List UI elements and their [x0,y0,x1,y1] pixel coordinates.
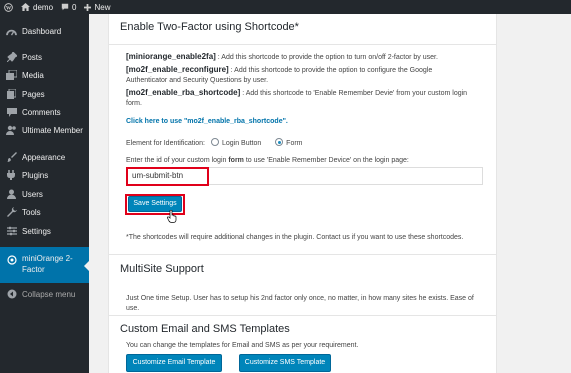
identification-row: Element for Identification: Login Button… [126,138,303,149]
comment-icon [5,106,18,119]
shortcode-item: [mo2f_enable_reconfigure] : Add this sho… [126,65,432,86]
user-icon [5,188,18,201]
form-radio[interactable] [275,138,284,146]
dashboard-icon [5,25,18,38]
comments-menu[interactable]: 0 [57,0,80,14]
shield-icon [5,253,18,266]
sidebar-item-label: miniOrange 2- Factor [22,254,73,274]
templates-heading: Custom Email and SMS Templates [120,323,290,335]
site-name: demo [33,2,54,12]
users-icon [5,124,18,137]
media-icon [5,69,18,82]
site-name-menu[interactable]: demo [17,0,57,14]
shortcode-code: [mo2f_enable_reconfigure] [126,65,229,74]
input-highlight-box [126,167,209,186]
form-label[interactable]: Form [286,140,302,147]
hand-cursor-icon [167,210,177,223]
home-icon [21,3,30,11]
settings-panel: Enable Two-Factor using Shortcode* [mini… [108,14,497,373]
shortcode-item: [mo2f_enable_rba_shortcode] : Add this s… [126,88,467,109]
sidebar-item-users[interactable]: Users [0,185,89,203]
shortcode-desc-cont: form. [126,100,142,107]
pin-icon [5,51,18,64]
plus-icon [84,3,92,11]
shortcode-note: *The shortcodes will require additional … [126,234,464,241]
sidebar-item-plugins[interactable]: Plugins [0,166,89,184]
divider [109,254,496,255]
page-icon [5,88,18,101]
login-button-label[interactable]: Login Button [222,140,261,147]
sidebar-item-posts[interactable]: Posts [0,48,89,66]
settings-icon [5,225,18,238]
multisite-text: Just One time Setup. User has to setup h… [126,295,474,312]
shortcode-code: [mo2f_enable_rba_shortcode] [126,88,241,97]
new-label: New [94,2,111,12]
id-prompt: Enter the id of your custom login form t… [126,157,409,164]
admin-bar: W demo 0 New [0,0,571,14]
comment-count: 0 [72,2,77,12]
sidebar-item-ultimate-member[interactable]: Ultimate Member [0,121,89,139]
new-content-menu[interactable]: New [80,0,114,14]
shortcode-desc-cont: Authenticator and Security Questions by … [126,77,269,84]
login-button-radio[interactable] [210,138,219,146]
customize-sms-template-button[interactable]: Customize SMS Template [239,354,331,372]
shortcode-desc: : Add this shortcode to provide the opti… [230,67,433,74]
sidebar-item-tools[interactable]: Tools [0,203,89,221]
brush-icon [5,151,18,164]
shortcode-code: [miniorange_enable2fa] [126,52,216,61]
customize-email-template-button[interactable]: Customize Email Template [126,354,222,372]
collapse-menu-button[interactable]: Collapse menu [0,285,89,303]
wrench-icon [5,206,18,219]
plugin-icon [5,169,18,182]
sidebar-item-settings[interactable]: Settings [0,222,89,240]
shortcode-desc: : Add this shortcode to provide the opti… [217,54,438,61]
divider [109,315,496,316]
identification-label: Element for Identification: [126,140,205,147]
wordpress-icon: W [4,2,13,12]
use-shortcode-link[interactable]: Click here to use "mo2f_enable_rba_short… [126,118,288,125]
sidebar-item-dashboard[interactable]: Dashboard [0,22,89,40]
comment-icon [61,3,69,11]
collapse-icon [5,288,18,301]
shortcode-desc: : Add this shortcode to 'Enable Remember… [242,90,468,97]
sidebar-item-pages[interactable]: Pages [0,85,89,103]
multisite-heading: MultiSite Support [120,263,204,275]
sidebar-item-miniorange-2-factor[interactable]: miniOrange 2- Factor [0,247,89,283]
sidebar-item-appearance[interactable]: Appearance [0,148,89,166]
admin-sidebar: Dashboard Posts Media Pages Comments Ult… [0,14,89,373]
shortcode-heading: Enable Two-Factor using Shortcode* [120,21,299,33]
sidebar-item-comments[interactable]: Comments [0,103,89,121]
svg-text:W: W [6,5,12,11]
templates-text: You can change the templates for Email a… [126,342,359,349]
sidebar-item-media[interactable]: Media [0,66,89,84]
divider [109,44,496,45]
wp-logo-menu[interactable]: W [0,0,17,14]
shortcode-item: [miniorange_enable2fa] : Add this shortc… [126,52,438,63]
